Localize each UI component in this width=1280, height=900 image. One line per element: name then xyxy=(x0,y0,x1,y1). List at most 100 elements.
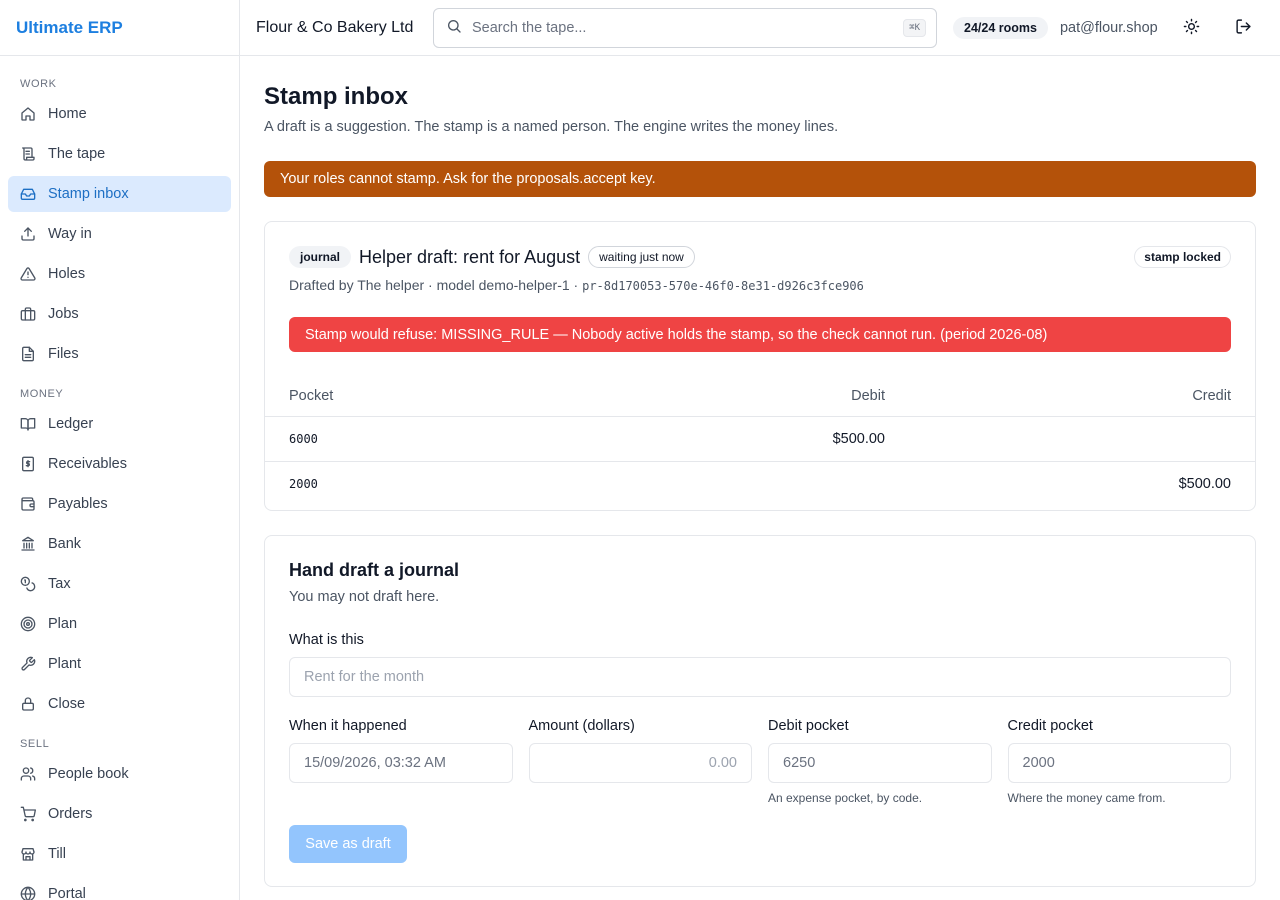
sidebar-item-label: Receivables xyxy=(48,456,127,472)
column-header-debit: Debit xyxy=(585,376,885,417)
column-header-pocket: Pocket xyxy=(265,376,585,417)
sidebar-item-close[interactable]: Close xyxy=(8,686,231,722)
debit-pocket-input[interactable] xyxy=(783,755,977,771)
hand-draft-title: Hand draft a journal xyxy=(289,560,460,580)
hand-draft-subtitle: You may not draft here. xyxy=(289,589,440,605)
credit-pocket-hint: Where the money came from. xyxy=(1007,791,1166,805)
nav-section-money: MONEY xyxy=(20,388,64,400)
shortcut-badge: ⌘K xyxy=(903,18,926,37)
sidebar-item-orders[interactable]: Orders xyxy=(8,796,231,832)
date-input[interactable] xyxy=(304,755,498,771)
organization-name[interactable]: Flour & Co Bakery Ltd xyxy=(240,19,433,37)
sidebar-item-files[interactable]: Files xyxy=(8,336,231,372)
file-icon xyxy=(20,346,48,362)
logout-button[interactable] xyxy=(1226,10,1262,46)
main-content: Stamp inbox A draft is a suggestion. The… xyxy=(240,56,1280,900)
sidebar-item-label: The tape xyxy=(48,146,106,162)
description-input[interactable] xyxy=(304,669,1216,685)
coins-icon xyxy=(20,576,48,592)
sidebar-item-bank[interactable]: Bank xyxy=(8,526,231,562)
draft-reference: pr-8d170053-570e-46f0-8e31-d926c3fce906 xyxy=(582,279,864,293)
sidebar-item-plan[interactable]: Plan xyxy=(8,606,231,642)
sidebar-item-home[interactable]: Home xyxy=(8,96,231,132)
kind-badge: journal xyxy=(289,246,352,268)
draft-title: Helper draft: rent for August xyxy=(359,246,581,267)
theme-toggle-button[interactable] xyxy=(1174,10,1210,46)
sidebar-item-label: Plant xyxy=(48,656,82,672)
pocket-code: 2000 xyxy=(289,476,318,491)
top-bar: Flour & Co Bakery Ltd ⌘K 24/24 rooms pat… xyxy=(240,0,1280,56)
upload-icon xyxy=(20,226,48,242)
globe-icon xyxy=(20,886,48,900)
debit-amount xyxy=(585,461,885,506)
sidebar-item-plant[interactable]: Plant xyxy=(8,646,231,682)
credit-pocket-input[interactable] xyxy=(1022,755,1216,771)
sidebar-item-payables[interactable]: Payables xyxy=(8,486,231,522)
sidebar-item-label: Stamp inbox xyxy=(48,186,129,202)
wrench-icon xyxy=(20,656,48,672)
pocket-code: 6000 xyxy=(265,416,585,462)
sidebar-item-label: Way in xyxy=(48,226,92,242)
draft-meta: Drafted by The helper · model demo-helpe… xyxy=(265,268,1255,293)
sidebar-item-tax[interactable]: Tax xyxy=(8,566,231,602)
sidebar-item-the-tape[interactable]: The tape xyxy=(8,136,231,172)
sidebar-item-stamp-inbox[interactable]: Stamp inbox xyxy=(8,176,231,212)
description-label: What is this xyxy=(289,632,364,648)
debit-pocket-field[interactable] xyxy=(768,743,992,783)
sidebar-item-label: Plan xyxy=(48,616,78,632)
debit-pocket-hint: An expense pocket, by code. xyxy=(768,791,923,805)
sun-icon xyxy=(1183,18,1200,38)
table-row: 2000 $500.00 xyxy=(265,461,1255,506)
users-icon xyxy=(20,766,48,782)
save-draft-button[interactable]: Save as draft xyxy=(289,825,407,863)
sidebar-item-label: Ledger xyxy=(48,416,94,432)
target-icon xyxy=(20,616,48,632)
sidebar-item-way-in[interactable]: Way in xyxy=(8,216,231,252)
briefcase-icon xyxy=(20,306,48,322)
sidebar-item-jobs[interactable]: Jobs xyxy=(8,296,231,332)
sidebar-item-holes[interactable]: Holes xyxy=(8,256,231,292)
search-icon xyxy=(446,18,472,37)
nav-section-work: WORK xyxy=(20,78,57,90)
user-email: pat@flour.shop xyxy=(1059,19,1158,36)
cart-icon xyxy=(20,806,48,822)
search-box[interactable]: ⌘K xyxy=(433,7,937,48)
sidebar-item-label: Payables xyxy=(48,496,108,512)
credit-amount: $500.00 xyxy=(1178,475,1231,492)
stamp-error-banner: Stamp would refuse: MISSING_RULE — Nobod… xyxy=(289,317,1231,352)
hand-draft-card: Hand draft a journal You may not draft h… xyxy=(264,535,1256,887)
draft-author: Drafted by The helper · model demo-helpe… xyxy=(289,277,579,293)
date-field[interactable] xyxy=(289,743,513,783)
sidebar-item-receivables[interactable]: Receivables xyxy=(8,446,231,482)
sidebar-item-portal[interactable]: Portal xyxy=(8,876,231,900)
sidebar-item-ledger[interactable]: Ledger xyxy=(8,406,231,442)
draft-card: journal Helper draft: rent for August wa… xyxy=(264,221,1256,511)
warning-icon xyxy=(20,266,48,282)
app-logo[interactable]: Ultimate ERP xyxy=(0,0,239,56)
journal-lines-table: Pocket Debit Credit 6000 $500.00 2000 $5… xyxy=(265,376,1255,506)
description-field[interactable] xyxy=(289,657,1231,697)
sidebar-item-label: Holes xyxy=(48,266,86,282)
sidebar-item-label: Jobs xyxy=(48,306,79,322)
amount-field[interactable] xyxy=(528,743,752,783)
sidebar-item-label: Files xyxy=(48,346,79,362)
book-icon xyxy=(20,416,48,432)
rooms-badge: 24/24 rooms xyxy=(953,16,1048,39)
sidebar-item-till[interactable]: Till xyxy=(8,836,231,872)
page-subtitle: A draft is a suggestion. The stamp is a … xyxy=(264,119,839,135)
sidebar-item-people-book[interactable]: People book xyxy=(8,756,231,792)
sidebar-item-label: Orders xyxy=(48,806,93,822)
sidebar-item-label: Till xyxy=(48,846,66,862)
amount-input[interactable] xyxy=(543,755,737,771)
bank-icon xyxy=(20,536,48,552)
inbox-icon xyxy=(20,186,48,202)
table-header-row: Pocket Debit Credit xyxy=(265,376,1255,417)
sidebar-nav: WORK Home The tape Stamp inbox Way in Holes Jo… xyxy=(0,68,239,900)
credit-amount xyxy=(885,416,1255,462)
column-header-credit: Credit xyxy=(885,376,1255,417)
wallet-icon xyxy=(20,496,48,512)
credit-pocket-field[interactable] xyxy=(1007,743,1231,783)
date-label: When it happened xyxy=(289,718,407,734)
search-input[interactable] xyxy=(472,19,904,36)
stamp-locked-badge: stamp locked xyxy=(1134,246,1231,268)
